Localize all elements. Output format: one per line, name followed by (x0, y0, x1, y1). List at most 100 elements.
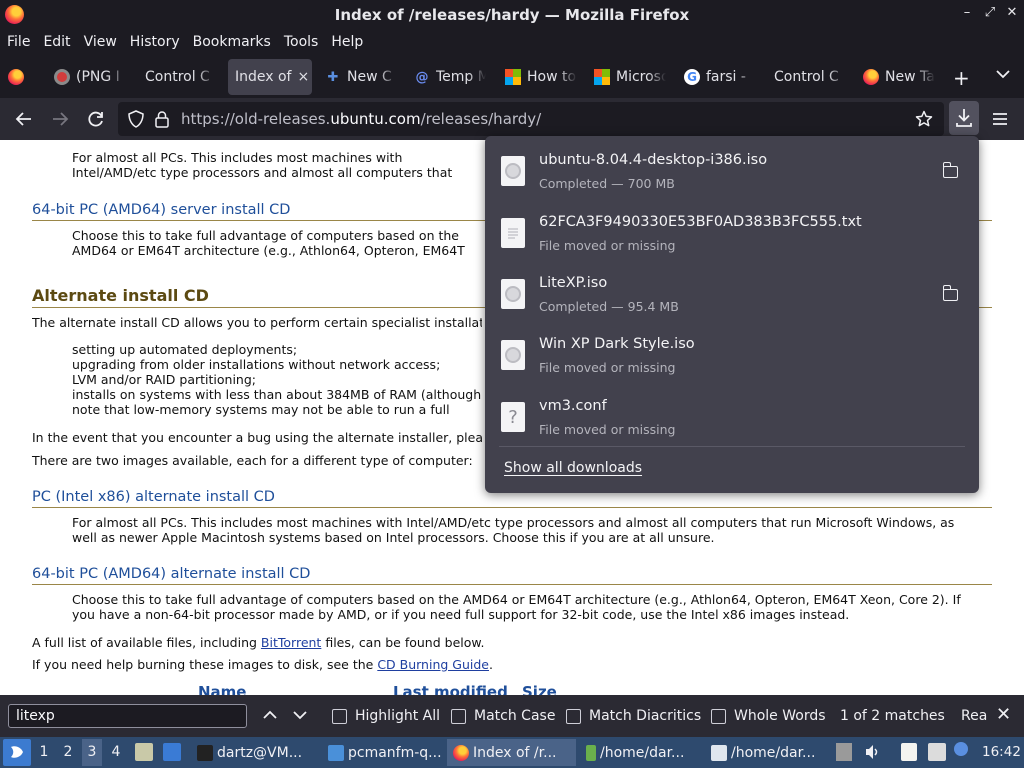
list-item: setting up automated deployments; (72, 342, 482, 357)
download-filename: Win XP Dark Style.iso (539, 336, 695, 352)
chevron-up-icon (263, 710, 277, 719)
clipboard-icon[interactable] (901, 743, 917, 761)
shield-icon[interactable] (128, 110, 144, 128)
burning-note: If you need help burning these images to… (32, 657, 493, 672)
at-icon: @ (415, 69, 429, 85)
highlight-all-checkbox[interactable]: Highlight All (332, 708, 440, 724)
windows-icon (594, 69, 610, 85)
desktop-launcher-icon[interactable] (163, 743, 181, 761)
menu-edit[interactable]: Edit (39, 34, 74, 50)
task-terminal[interactable]: dartz@VM... (191, 739, 318, 766)
network-icon[interactable] (954, 742, 968, 756)
download-filename: LiteXP.iso (539, 275, 608, 291)
navigation-bar: https://old-releases.ubuntu.com/releases… (0, 98, 1024, 140)
new-tab-button[interactable]: + (953, 66, 970, 90)
task-home-2[interactable]: /home/dar... (705, 739, 827, 766)
list-item: upgrading from older installations witho… (72, 357, 482, 372)
maximize-button[interactable]: ⤢ (981, 5, 999, 20)
tab-new-tab[interactable]: New Ta (863, 59, 935, 95)
menu-file[interactable]: File (3, 34, 34, 50)
task-home-1[interactable]: /home/dar... (580, 739, 702, 766)
close-tab-icon[interactable]: × (298, 69, 310, 85)
match-diacritics-checkbox[interactable]: Match Diacritics (566, 708, 701, 724)
checkbox[interactable] (451, 708, 466, 724)
task-firefox[interactable]: Index of /r... (447, 739, 576, 766)
whole-words-checkbox[interactable]: Whole Words (711, 708, 826, 724)
clock[interactable]: 16:42 (982, 744, 1021, 760)
workspace-2[interactable]: 2 (58, 739, 78, 766)
chevron-down-icon (293, 711, 307, 720)
forward-button[interactable] (46, 106, 74, 132)
downloads-button[interactable] (949, 101, 979, 135)
url-text[interactable]: https://old-releases.ubuntu.com/releases… (181, 110, 541, 128)
bookmark-star-icon[interactable] (915, 110, 933, 128)
window-title: Index of /releases/hardy — Mozilla Firef… (334, 6, 690, 24)
tab-png[interactable]: (PNG I (54, 59, 126, 95)
menu-history[interactable]: History (126, 34, 184, 50)
list-all-tabs-button[interactable] (996, 68, 1010, 83)
workspace-1[interactable]: 1 (34, 739, 54, 766)
tab-farsi[interactable]: G farsi - (684, 59, 756, 95)
menu-bookmarks[interactable]: Bookmarks (189, 34, 275, 50)
volume-icon[interactable] (864, 743, 880, 761)
find-input[interactable] (8, 704, 247, 728)
firefox-icon (453, 744, 469, 761)
cd-burning-guide-link[interactable]: CD Burning Guide (377, 657, 489, 672)
column-header-name[interactable]: Name (198, 683, 246, 695)
download-item[interactable]: Win XP Dark Style.iso File moved or miss… (485, 324, 979, 384)
bittorrent-link[interactable]: BitTorrent (261, 635, 321, 650)
show-all-downloads-button[interactable]: Show all downloads (504, 460, 642, 476)
full-list-note: A full list of available files, includin… (32, 635, 485, 650)
workspace-3[interactable]: 3 (82, 739, 102, 766)
tab-microsoft[interactable]: Microso (594, 59, 666, 95)
amd64-server-description: Choose this to take full advantage of co… (72, 228, 465, 258)
tab-control-center-1[interactable]: Control C (145, 59, 215, 95)
folder-icon[interactable] (942, 285, 958, 301)
checkbox[interactable] (711, 708, 726, 724)
download-item[interactable]: ubuntu-8.04.4-desktop-i386.iso Completed… (485, 140, 979, 200)
list-item: LVM and/or RAID partitioning; (72, 372, 482, 387)
menu-view[interactable]: View (80, 34, 121, 50)
menu-help[interactable]: Help (327, 34, 367, 50)
column-header-size[interactable]: Size (522, 683, 557, 695)
column-header-last-modified[interactable]: Last modified (393, 683, 508, 695)
back-button[interactable] (10, 106, 38, 132)
tab-temp-mail[interactable]: @ Temp M (414, 59, 486, 95)
folder-icon[interactable] (942, 162, 958, 178)
chevron-down-icon (996, 70, 1010, 79)
lock-icon[interactable] (154, 110, 170, 128)
keyboard-icon[interactable] (928, 743, 946, 761)
tray-icon[interactable] (836, 743, 852, 761)
tab-firefox-view[interactable] (8, 59, 34, 95)
tab-index-of[interactable]: Index of × (228, 59, 312, 95)
checkbox[interactable] (332, 708, 347, 724)
close-find-bar-button[interactable]: ✕ (996, 704, 1011, 725)
url-bar[interactable]: https://old-releases.ubuntu.com/releases… (118, 102, 944, 136)
reload-icon (88, 111, 103, 127)
reload-button[interactable] (82, 106, 110, 132)
close-window-button[interactable]: ✕ (1003, 5, 1021, 20)
find-next-button[interactable] (293, 706, 307, 724)
download-item[interactable]: 62FCA3F9490330E53BF0AD383B3FC555.txt Fil… (485, 202, 979, 262)
file-manager-launcher-icon[interactable] (135, 743, 153, 761)
speaker-icon (866, 745, 878, 759)
match-case-checkbox[interactable]: Match Case (451, 708, 555, 724)
heading-amd64-alternate[interactable]: 64-bit PC (AMD64) alternate install CD (32, 566, 992, 585)
start-menu-button[interactable] (3, 739, 31, 766)
tab-control-center-2[interactable]: Control C (774, 59, 846, 95)
task-pcmanfm[interactable]: pcmanfm-q... (322, 739, 444, 766)
download-item[interactable]: ? vm3.conf File moved or missing (485, 386, 979, 446)
app-menu-button[interactable] (986, 106, 1014, 132)
workspace-4[interactable]: 4 (106, 739, 126, 766)
menu-tools[interactable]: Tools (280, 34, 323, 50)
title-bar: Index of /releases/hardy — Mozilla Firef… (0, 0, 1024, 30)
tab-how-to[interactable]: How to (505, 59, 577, 95)
download-item[interactable]: LiteXP.iso Completed — 95.4 MB (485, 263, 979, 323)
panel-divider (499, 446, 965, 447)
tab-new-c[interactable]: ✚ New C (325, 59, 397, 95)
taskbar: 1 2 3 4 dartz@VM... pcmanfm-q... Index o… (0, 737, 1024, 768)
checkbox[interactable] (566, 708, 581, 724)
text-editor-icon (711, 744, 727, 761)
minimize-button[interactable]: – (958, 5, 976, 20)
find-previous-button[interactable] (263, 706, 277, 724)
